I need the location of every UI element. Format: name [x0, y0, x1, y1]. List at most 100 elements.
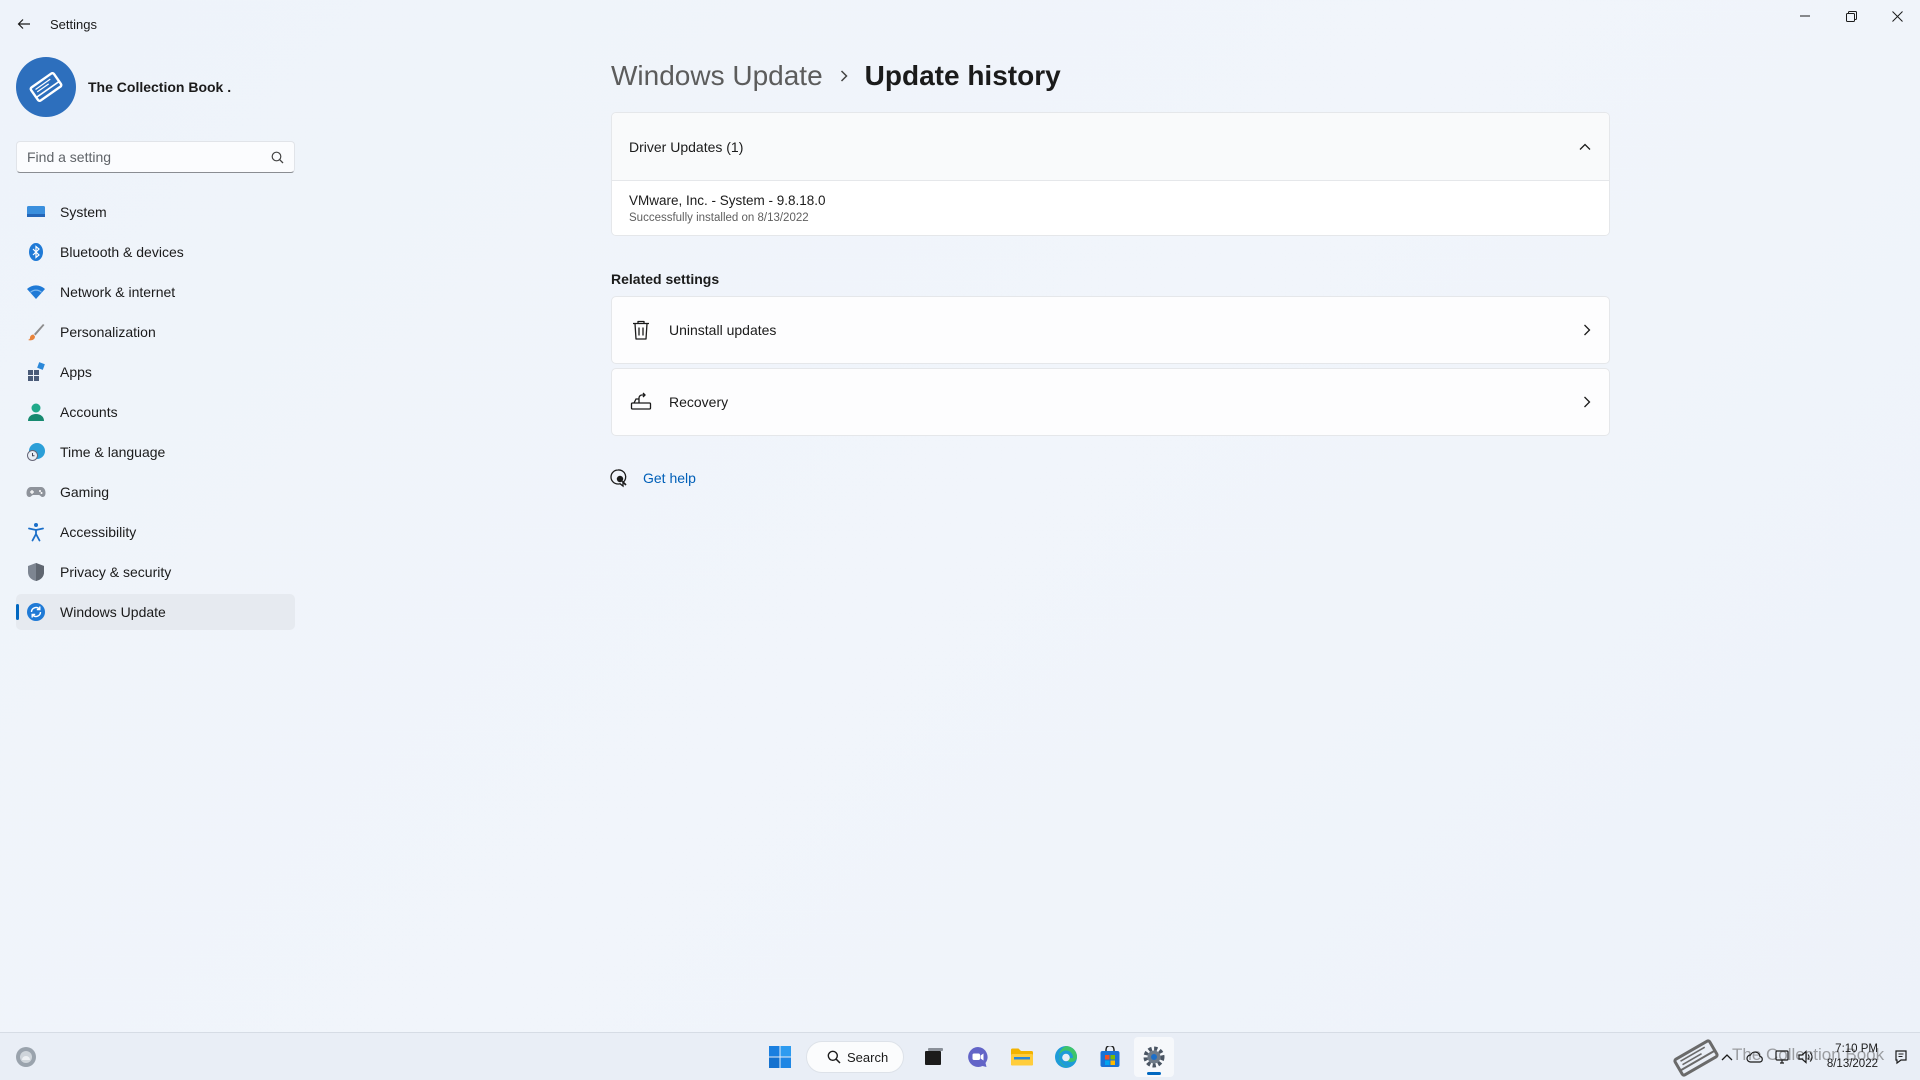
update-status: Successfully installed on 8/13/2022 [629, 212, 809, 224]
sidebar-item-accessibility[interactable]: Accessibility [16, 514, 295, 550]
close-button[interactable] [1874, 0, 1920, 32]
recovery-label: Recovery [669, 394, 729, 410]
notification-icon [1895, 1050, 1907, 1065]
network-status-button[interactable] [1774, 1048, 1792, 1066]
restore-icon [1845, 10, 1857, 22]
taskbar-apps: Search [758, 1037, 1176, 1077]
search-icon [827, 1050, 841, 1064]
edge-icon [1055, 1046, 1077, 1068]
taskbar-clock[interactable]: 7:10 PM 8/13/2022 [1827, 1042, 1878, 1072]
chevron-right-icon [839, 69, 849, 83]
chat-button[interactable] [958, 1037, 998, 1077]
notifications-button[interactable] [1892, 1048, 1910, 1066]
chevron-right-icon [1584, 396, 1591, 408]
system-tray: The Collection Book 7:10 PM 8/13/2022 [1668, 1033, 1920, 1080]
related-settings-heading: Related settings [611, 271, 720, 287]
gear-icon [1143, 1046, 1165, 1068]
edge-browser-button[interactable] [1046, 1037, 1086, 1077]
task-view-icon [925, 1048, 943, 1065]
gamepad-icon [26, 482, 46, 502]
driver-updates-header[interactable]: Driver Updates (1) [612, 113, 1609, 181]
sidebar-item-label: System [60, 204, 107, 220]
sidebar-item-privacy-security[interactable]: Privacy & security [16, 554, 295, 590]
start-button[interactable] [760, 1037, 800, 1077]
sidebar-item-label: Apps [60, 364, 92, 380]
show-hidden-icons-button[interactable] [1718, 1048, 1736, 1066]
search-icon [271, 151, 284, 163]
recovery-row[interactable]: Recovery [611, 368, 1610, 436]
search-input[interactable] [27, 149, 271, 165]
sidebar-item-label: Personalization [60, 324, 156, 340]
trash-icon [629, 318, 653, 342]
onedrive-button[interactable] [1746, 1048, 1764, 1066]
windows-logo-icon [769, 1046, 791, 1068]
sidebar-item-windows-update[interactable]: Windows Update [16, 594, 295, 630]
cloud-icon [1746, 1051, 1763, 1063]
uninstall-updates-row[interactable]: Uninstall updates [611, 296, 1610, 364]
monitor-network-icon [1775, 1050, 1789, 1064]
sidebar-item-label: Time & language [60, 444, 166, 460]
globe-clock-icon [26, 442, 46, 462]
volume-button[interactable] [1796, 1048, 1814, 1066]
update-icon [26, 602, 46, 622]
sidebar-item-system[interactable]: System [16, 194, 295, 230]
minimize-icon [1800, 15, 1810, 17]
sidebar-item-time-language[interactable]: Time & language [16, 434, 295, 470]
get-help-label: Get help [643, 470, 696, 486]
back-button[interactable] [10, 10, 38, 38]
apps-icon [26, 362, 46, 382]
breadcrumb: Windows Update Update history [611, 56, 1061, 96]
task-view-button[interactable] [914, 1037, 954, 1077]
profile-name: The Collection Book . [88, 79, 232, 95]
book-watermark-icon [1673, 1039, 1719, 1077]
sidebar-item-label: Privacy & security [60, 564, 172, 580]
back-arrow-icon [17, 19, 30, 29]
system-icon [26, 202, 46, 222]
title-bar: Settings [0, 0, 1920, 48]
settings-search[interactable] [16, 141, 295, 173]
avatar [16, 57, 76, 117]
chevron-up-icon [1579, 143, 1591, 150]
clock-time: 7:10 PM [1835, 1043, 1878, 1055]
sidebar-item-label: Network & internet [60, 284, 176, 300]
sidebar-item-apps[interactable]: Apps [16, 354, 295, 390]
chevron-right-icon [1584, 324, 1591, 336]
page-title: Update history [864, 60, 1061, 91]
accessibility-icon [26, 522, 46, 542]
taskbar-search-label: Search [847, 1049, 889, 1065]
file-explorer-button[interactable] [1002, 1037, 1042, 1077]
taskbar-search[interactable]: Search [806, 1041, 904, 1073]
widgets-button[interactable] [14, 1045, 38, 1069]
app-title: Settings [50, 17, 97, 32]
weather-icon [16, 1047, 36, 1067]
driver-updates-expander: Driver Updates (1) VMware, Inc. - System… [611, 112, 1610, 236]
recovery-icon [629, 390, 653, 414]
sidebar-item-label: Bluetooth & devices [60, 244, 184, 260]
update-history-item: VMware, Inc. - System - 9.8.18.0 Success… [612, 181, 1609, 235]
wifi-icon [26, 282, 46, 302]
sidebar-item-gaming[interactable]: Gaming [16, 474, 295, 510]
sidebar-item-label: Windows Update [60, 604, 166, 620]
user-profile[interactable]: The Collection Book . [16, 56, 231, 118]
person-icon [26, 402, 46, 422]
restore-button[interactable] [1828, 0, 1874, 32]
sidebar-item-accounts[interactable]: Accounts [16, 394, 295, 430]
sidebar-item-bluetooth[interactable]: Bluetooth & devices [16, 234, 295, 270]
uninstall-updates-label: Uninstall updates [669, 322, 777, 338]
get-help-link[interactable]: Get help [609, 468, 696, 488]
store-icon [1100, 1046, 1120, 1067]
store-button[interactable] [1090, 1037, 1130, 1077]
book-logo-icon [29, 72, 63, 102]
minimize-button[interactable] [1782, 0, 1828, 32]
chevron-up-icon [1721, 1054, 1733, 1061]
sidebar-item-label: Gaming [60, 484, 110, 500]
breadcrumb-parent-link[interactable]: Windows Update [611, 60, 823, 92]
settings-app-button[interactable] [1134, 1037, 1174, 1077]
help-chat-icon [610, 469, 627, 488]
brush-icon [26, 322, 46, 342]
sidebar-item-personalization[interactable]: Personalization [16, 314, 295, 350]
teams-chat-icon [968, 1047, 988, 1067]
sidebar-item-network[interactable]: Network & internet [16, 274, 295, 310]
update-name: VMware, Inc. - System - 9.8.18.0 [629, 193, 826, 208]
folder-icon [1011, 1048, 1033, 1066]
